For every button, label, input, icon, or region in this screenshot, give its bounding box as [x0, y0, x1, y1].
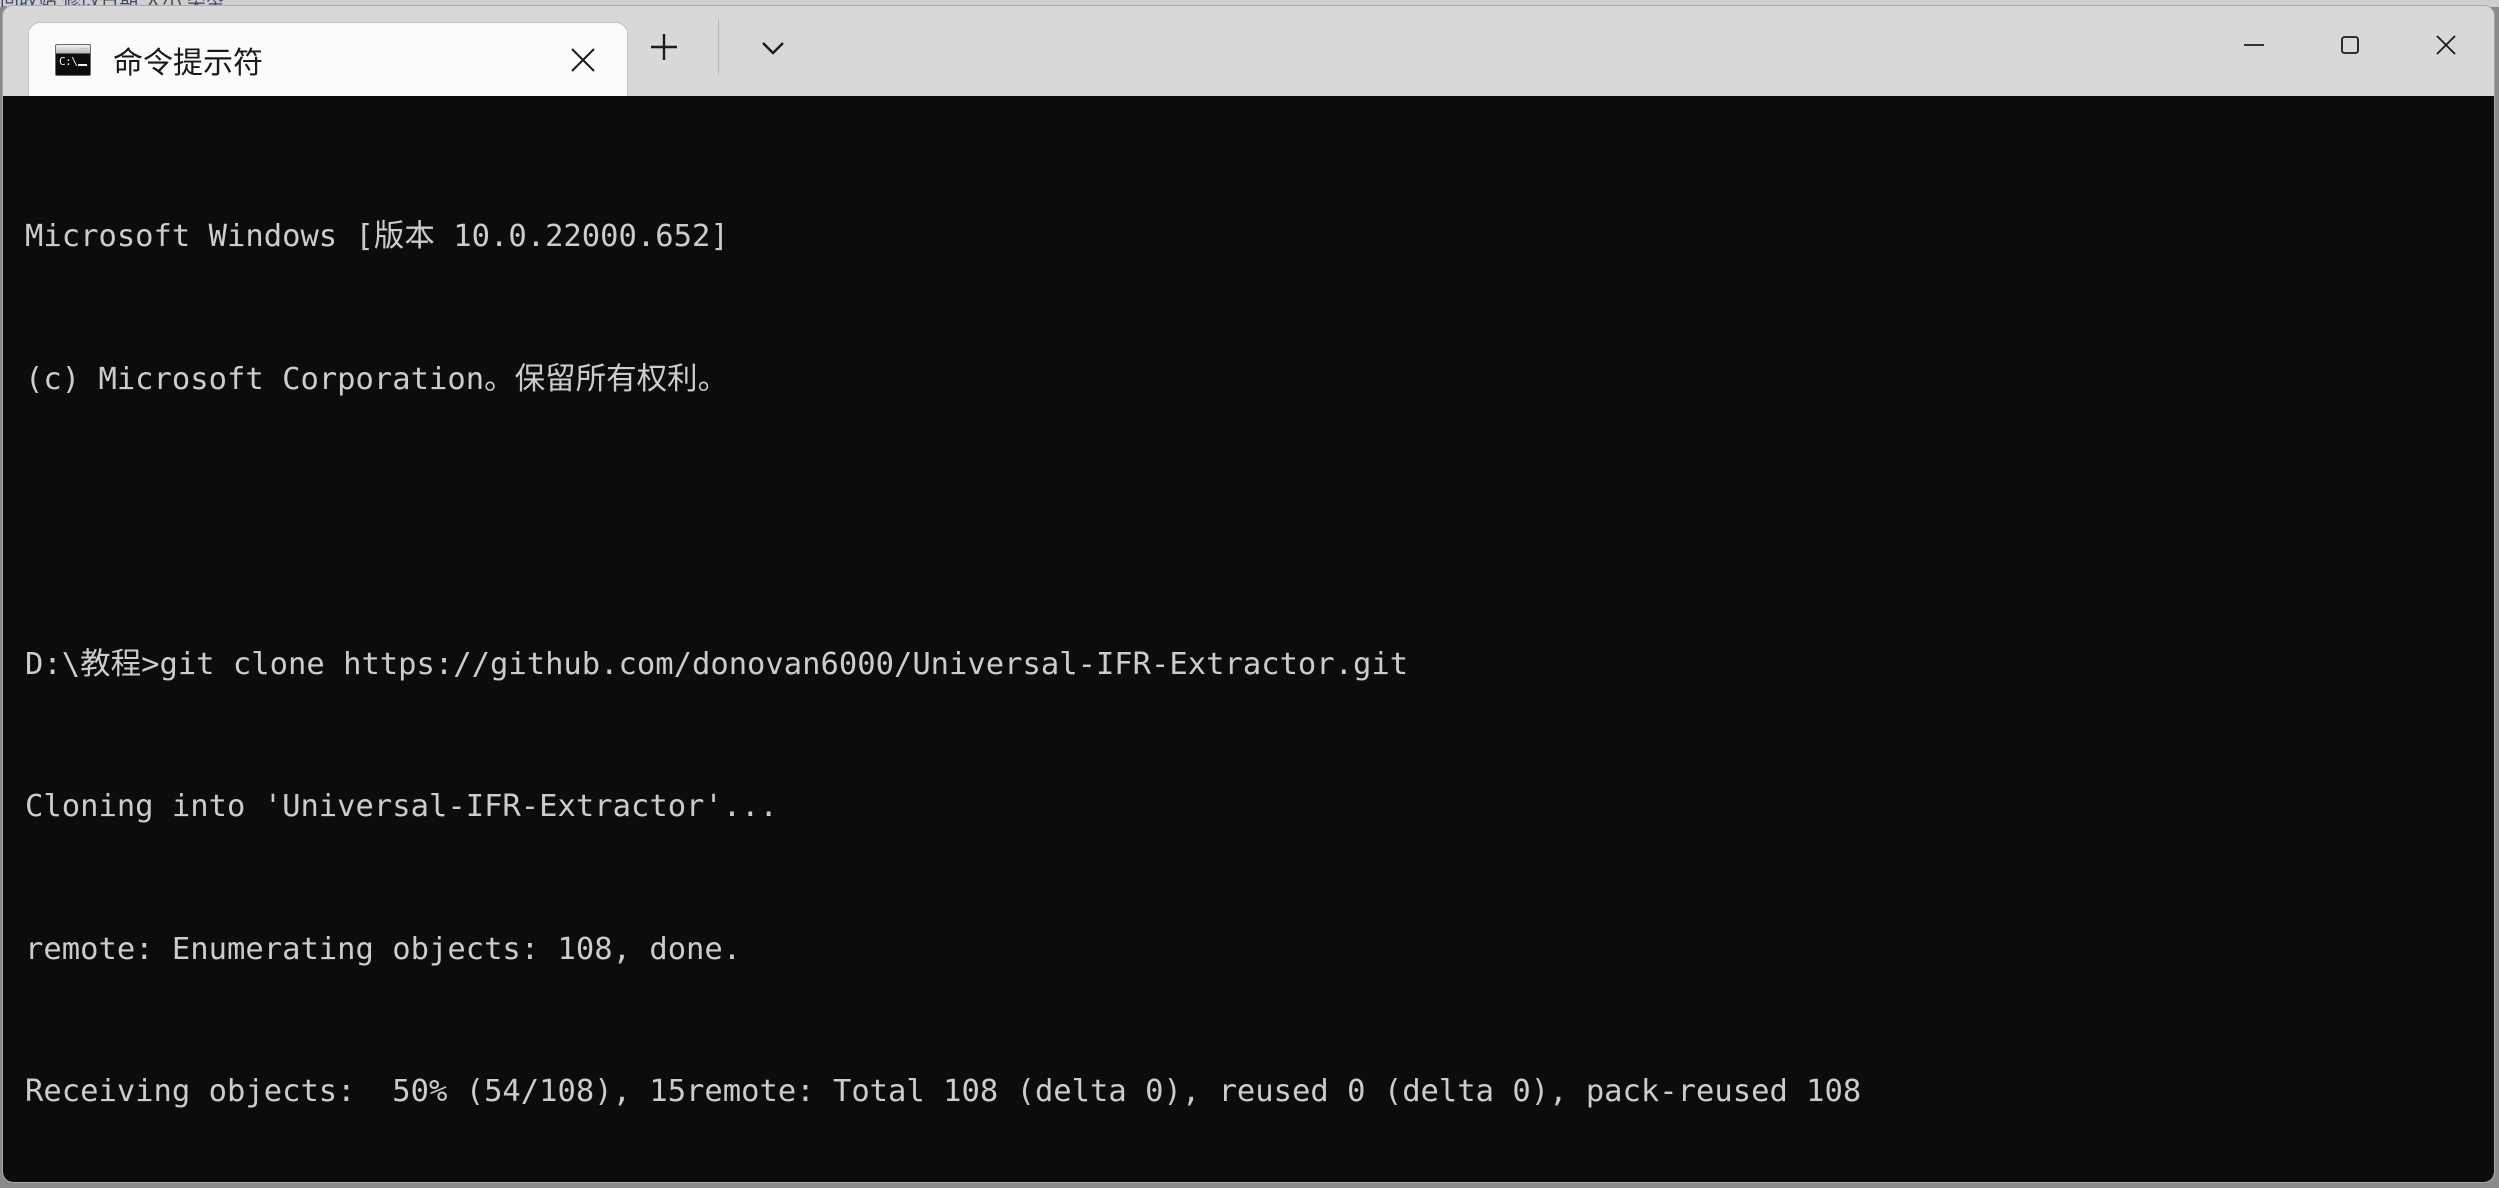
minimize-button[interactable]	[2206, 6, 2302, 84]
tab-command-prompt[interactable]: ··· C:\ 命令提示符	[28, 22, 628, 96]
tab-strip: ··· C:\ 命令提示符	[3, 6, 628, 96]
tab-close-button[interactable]	[551, 28, 615, 92]
terminal-output-area[interactable]: Microsoft Windows [版本 10.0.22000.652] (c…	[3, 96, 2494, 1182]
toolbar-separator	[718, 19, 719, 75]
terminal-line: Microsoft Windows [版本 10.0.22000.652]	[25, 219, 729, 254]
close-icon	[2436, 35, 2456, 55]
maximize-button[interactable]	[2302, 6, 2398, 84]
titlebar-drag-area	[809, 6, 2206, 96]
close-window-button[interactable]	[2398, 6, 2494, 84]
terminal-line: Receiving objects: 50% (54/108), 15remot…	[25, 1074, 1862, 1109]
minimize-icon	[2244, 44, 2264, 46]
console-icon-underscore	[78, 63, 87, 66]
command-prompt-window: ··· C:\ 命令提示符 Microsoft Windows [版本 10.0…	[2, 5, 2495, 1183]
tab-dropdown-button[interactable]	[737, 13, 809, 81]
close-icon	[571, 47, 595, 72]
terminal-line: Cloning into 'Universal-IFR-Extractor'..…	[25, 789, 778, 824]
window-controls	[2206, 6, 2494, 96]
tab-actions	[628, 6, 809, 96]
terminal-line: (c) Microsoft Corporation。保留所有权利。	[25, 361, 729, 397]
maximize-icon	[2341, 36, 2359, 54]
chevron-down-icon	[762, 42, 784, 55]
terminal-line: D:\教程>git clone https://github.com/donov…	[25, 646, 1409, 682]
plus-icon	[651, 34, 677, 60]
terminal-line: remote: Enumerating objects: 108, done.	[25, 931, 742, 967]
console-icon-text: C:\	[59, 54, 78, 68]
console-icon-titlebar: ···	[56, 44, 90, 54]
new-tab-button[interactable]	[628, 13, 700, 81]
tab-label: 命令提示符	[113, 46, 263, 80]
title-bar: ··· C:\ 命令提示符	[3, 6, 2494, 96]
console-icon-dots: ···	[79, 45, 88, 52]
console-icon: ··· C:\	[55, 43, 91, 76]
